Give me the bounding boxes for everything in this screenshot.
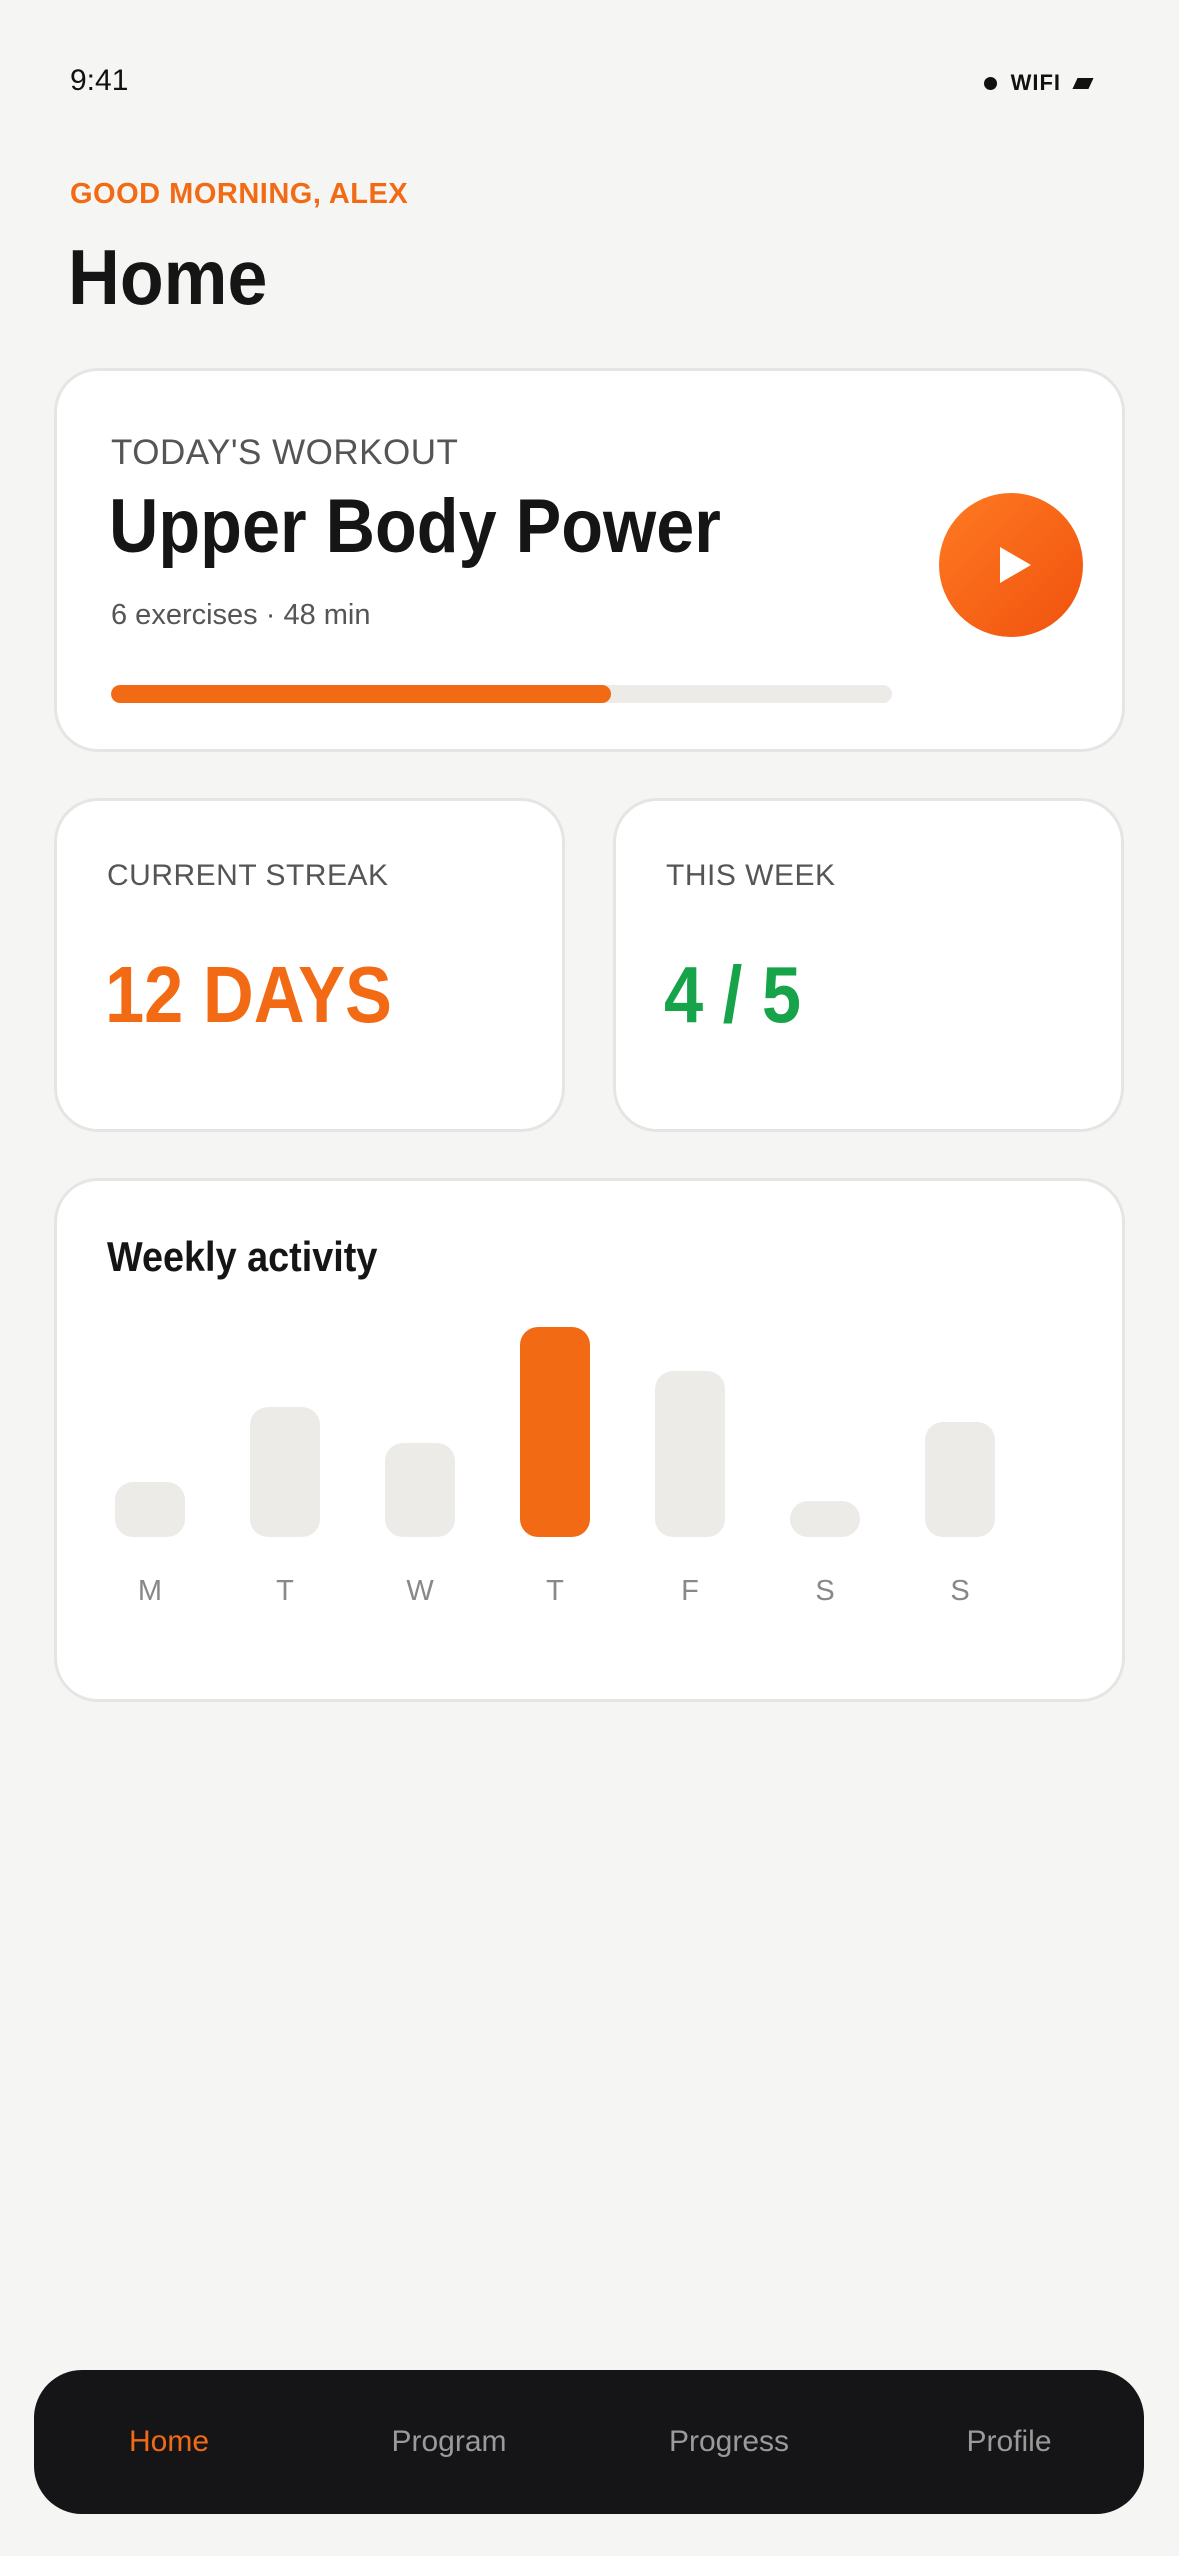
- activity-bar-1: [250, 1406, 320, 1537]
- activity-day-label: T: [276, 1575, 294, 1607]
- status-indicators: WIFI: [983, 70, 1094, 96]
- streak-label: CURRENT STREAK: [107, 859, 389, 892]
- workout-progress-fill: [111, 685, 611, 703]
- wifi-label: WIFI: [1010, 70, 1061, 95]
- activity-day-label: F: [681, 1575, 699, 1607]
- signal-dot-icon: [983, 76, 997, 90]
- status-time: 9:41: [70, 64, 129, 97]
- bottom-tab-bar: Home Program Progress Profile: [34, 2370, 1144, 2514]
- workout-title: Upper Body Power: [109, 484, 721, 569]
- activity-bar-2: [385, 1442, 455, 1537]
- greeting: GOOD MORNING, ALEX: [70, 178, 409, 210]
- streak-value: 12 DAYS: [105, 950, 393, 1039]
- activity-title: Weekly activity: [107, 1233, 378, 1280]
- page-title: Home: [68, 233, 268, 321]
- activity-bar-4: [655, 1371, 725, 1537]
- weekly-activity-card: Weekly activity M T W T F S S: [54, 1178, 1125, 1702]
- week-value: 4 / 5: [664, 950, 801, 1039]
- activity-bar-0: [115, 1482, 185, 1537]
- current-streak-card: CURRENT STREAK 12 DAYS: [54, 798, 565, 1132]
- activity-day-label: S: [950, 1575, 970, 1607]
- week-label: THIS WEEK: [666, 859, 836, 892]
- todays-workout-card[interactable]: TODAY'S WORKOUT Upper Body Power 6 exerc…: [54, 368, 1125, 752]
- activity-day-label: W: [406, 1575, 434, 1607]
- tab-home[interactable]: Home: [34, 2370, 304, 2514]
- activity-bar-3: [520, 1327, 590, 1537]
- start-workout-button[interactable]: [939, 493, 1083, 637]
- activity-day-label: S: [815, 1575, 835, 1607]
- this-week-card: THIS WEEK 4 / 5: [613, 798, 1124, 1132]
- play-icon: [999, 547, 1031, 583]
- tab-program[interactable]: Program: [309, 2370, 589, 2514]
- workout-meta: 6 exercises · 48 min: [111, 599, 371, 631]
- activity-day-label: T: [546, 1575, 564, 1607]
- activity-bar-6: [925, 1421, 995, 1537]
- workout-progress-bar: [111, 685, 892, 703]
- workout-label: TODAY'S WORKOUT: [111, 433, 459, 472]
- battery-icon: [1072, 77, 1094, 89]
- activity-day-label: M: [137, 1575, 163, 1607]
- tab-profile[interactable]: Profile: [869, 2370, 1149, 2514]
- tab-progress[interactable]: Progress: [589, 2370, 869, 2514]
- activity-bar-5: [790, 1501, 860, 1537]
